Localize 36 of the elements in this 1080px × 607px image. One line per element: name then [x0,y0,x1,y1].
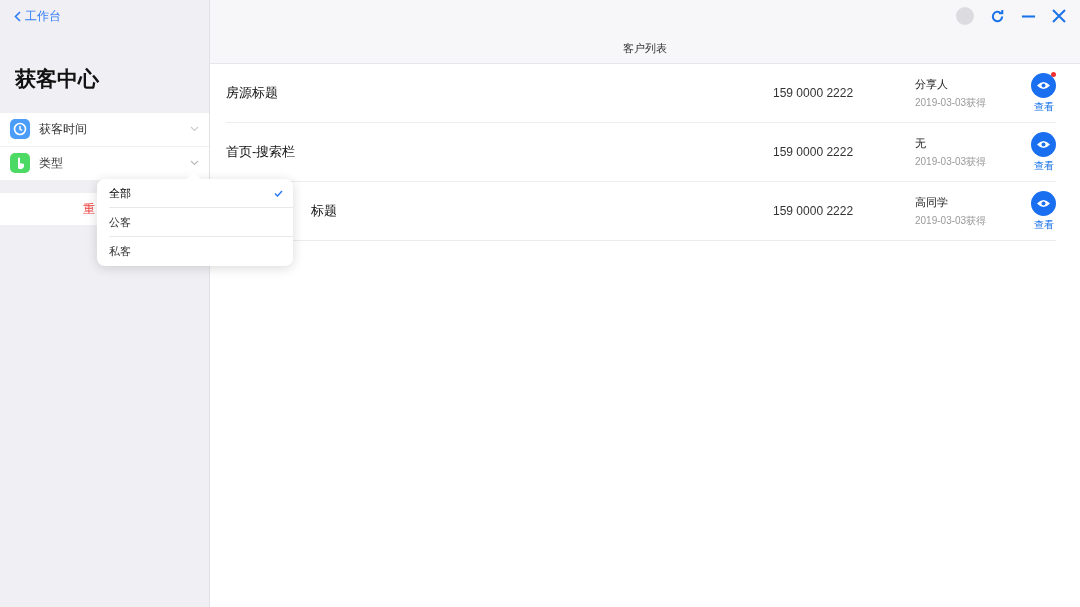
view-button[interactable]: 查看 [1031,72,1056,114]
customer-title: 首页-搜索栏 [226,143,297,162]
customer-row[interactable]: 房源标题 159 0000 2222 分享人 2019-03-03获得 查看 [210,64,1080,123]
person-name: 高同学 [915,194,949,210]
chevron-down-icon [190,160,199,166]
eye-icon [1031,190,1056,216]
dropdown-option[interactable]: 全部 [109,179,293,208]
date-text: 2019-03-03获得 [915,96,988,111]
phone-number: 159 0000 2222 [773,85,855,102]
view-button[interactable]: 查看 [1031,131,1056,173]
date-text: 2019-03-03获得 [915,155,988,170]
phone-number: 159 0000 2222 [773,203,855,220]
hand-icon [10,153,30,173]
person-name: 无 [915,135,927,151]
filter-label: 获客时间 [39,121,88,138]
dropdown-option[interactable]: 公客 [109,208,293,237]
close-icon[interactable] [1052,9,1066,23]
customer-title: 标题 [310,202,338,221]
chevron-down-icon [190,126,199,132]
refresh-icon[interactable] [990,8,1005,24]
filter-row[interactable]: 获客时间 [0,112,209,147]
eye-icon [1031,131,1056,157]
clock-icon [10,119,30,139]
eye-icon [1031,72,1056,98]
page-title: 获客中心 [15,66,100,92]
customer-title: 房源标题 [226,84,279,103]
view-button[interactable]: 查看 [1031,190,1056,232]
filter-label: 类型 [39,155,64,172]
check-icon [274,189,283,197]
phone-number: 159 0000 2222 [773,144,855,161]
date-text: 2019-03-03获得 [915,214,988,229]
list-title: 客户列表 [622,41,668,56]
chevron-left-icon [14,10,21,22]
dropdown-option[interactable]: 私客 [109,237,293,266]
person-name: 分享人 [915,76,949,92]
back-link[interactable]: 工作台 [14,7,61,25]
